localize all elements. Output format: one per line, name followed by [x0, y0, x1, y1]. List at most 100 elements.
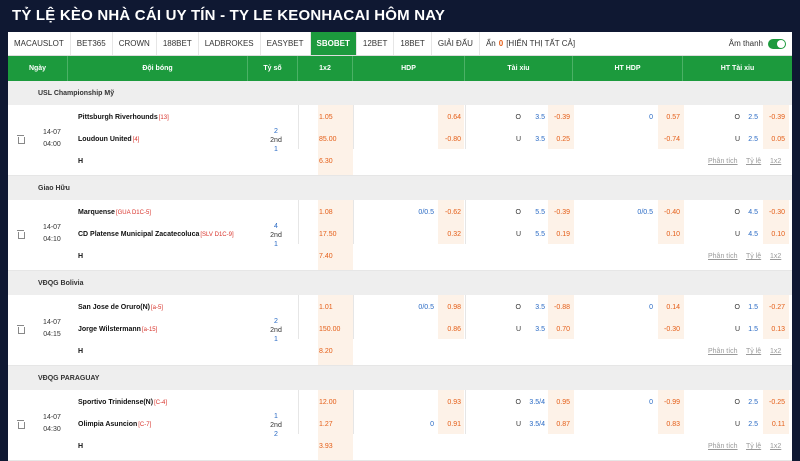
- home-team[interactable]: Pittsburgh Riverhounds[13]: [78, 114, 169, 121]
- x12-link[interactable]: 1x2: [770, 443, 781, 450]
- analysis-link[interactable]: Phân tích: [708, 253, 738, 260]
- column-divider: [298, 200, 299, 244]
- hdp-away-line: 0: [430, 421, 434, 428]
- match-date: 14-07: [43, 319, 61, 326]
- away-team[interactable]: Loudoun United[4]: [78, 136, 139, 143]
- tab-7[interactable]: 12BET: [357, 32, 395, 55]
- odd-1x2-home[interactable]: 12.00: [319, 399, 337, 406]
- home-team[interactable]: Sportivo Trinidense(N)[C-4]: [78, 399, 167, 406]
- ou-over-line: 3.5/4: [529, 399, 545, 406]
- odd-1x2-away[interactable]: 85.00: [319, 136, 337, 143]
- x12-link[interactable]: 1x2: [770, 253, 781, 260]
- tab-3[interactable]: 188BET: [157, 32, 199, 55]
- hdp-home-odd[interactable]: 0.98: [438, 304, 461, 311]
- ht-hdp-home-odd[interactable]: 0.14: [658, 304, 680, 311]
- x12-link[interactable]: 1x2: [770, 348, 781, 355]
- odd-1x2-away[interactable]: 17.50: [319, 231, 337, 238]
- ht-ou-under-odd[interactable]: 0.05: [763, 136, 785, 143]
- analysis-link[interactable]: Phân tích: [708, 158, 738, 165]
- ou-under-odd[interactable]: 0.70: [548, 326, 570, 333]
- match-period: 2nd: [270, 327, 282, 334]
- ou-under-odd[interactable]: 0.19: [548, 231, 570, 238]
- column-divider: [353, 105, 354, 149]
- match-time: 04:30: [43, 426, 61, 433]
- analysis-link[interactable]: Phân tích: [708, 443, 738, 450]
- ht-hdp-home-odd[interactable]: -0.99: [658, 399, 680, 406]
- ht-ou-over-odd[interactable]: -0.30: [763, 209, 785, 216]
- away-team[interactable]: Jorge Wilstermann[a-15]: [78, 326, 157, 333]
- ht-ou-over-odd[interactable]: -0.25: [763, 399, 785, 406]
- odd-1x2-away[interactable]: 150.00: [319, 326, 340, 333]
- ou-under-odd[interactable]: 0.87: [548, 421, 570, 428]
- ou-over-odd[interactable]: -0.39: [548, 209, 570, 216]
- col-score: Tỷ số: [248, 56, 298, 81]
- tab-4[interactable]: LADBROKES: [199, 32, 261, 55]
- away-rank: [SLV D1C-9]: [200, 232, 234, 238]
- odd-1x2-draw[interactable]: 6.30: [319, 158, 333, 165]
- ou-over-odd[interactable]: -0.88: [548, 304, 570, 311]
- hdp-away-odd[interactable]: 0.32: [438, 231, 461, 238]
- trash-icon[interactable]: [17, 420, 25, 429]
- ht-hdp-away-odd[interactable]: -0.74: [658, 136, 680, 143]
- hdp-away-odd[interactable]: -0.80: [438, 136, 461, 143]
- odds-link[interactable]: Tỷ lệ: [746, 158, 761, 165]
- show-all-link[interactable]: [HIỂN THỊ TẤT CẢ]: [506, 39, 575, 48]
- tab-5[interactable]: EASYBET: [261, 32, 311, 55]
- ht-ou-under-odd[interactable]: 0.10: [763, 231, 785, 238]
- ou-over-odd[interactable]: -0.39: [548, 114, 570, 121]
- ht-ou-over-odd[interactable]: -0.39: [763, 114, 785, 121]
- tab-1[interactable]: BET365: [71, 32, 113, 55]
- match-date: 14-07: [43, 224, 61, 231]
- away-team[interactable]: Olimpia Asuncion[C-7]: [78, 421, 151, 428]
- tab-6[interactable]: SBOBET: [310, 32, 357, 55]
- ht-ou-over-odd[interactable]: -0.27: [763, 304, 785, 311]
- odd-1x2-draw[interactable]: 8.20: [319, 348, 333, 355]
- away-goals: 1: [274, 336, 278, 343]
- home-team[interactable]: San Jose de Oruro(N)[a-5]: [78, 304, 163, 311]
- trash-icon[interactable]: [17, 230, 25, 239]
- ht-hdp-away-odd[interactable]: 0.10: [658, 231, 680, 238]
- odds-link[interactable]: Tỷ lệ: [746, 253, 761, 260]
- hdp-home-odd[interactable]: -0.62: [438, 209, 461, 216]
- tab-0[interactable]: MACAUSLOT: [8, 32, 71, 55]
- trash-icon[interactable]: [17, 135, 25, 144]
- ht-hdp-away-odd[interactable]: -0.30: [658, 326, 680, 333]
- ou-over-line: 3.5: [535, 304, 545, 311]
- col-ht-ou: HT Tài xỉu: [720, 65, 755, 72]
- league-name: VĐQG PARAGUAY: [8, 366, 792, 390]
- column-divider: [298, 295, 299, 339]
- odd-1x2-home[interactable]: 1.05: [319, 114, 333, 121]
- hdp-away-odd[interactable]: 0.91: [438, 421, 461, 428]
- ht-hdp-home-odd[interactable]: -0.40: [658, 209, 680, 216]
- hidden-filter[interactable]: Ẩn 0 [HIỂN THỊ TẤT CẢ]: [480, 32, 581, 55]
- tab-9[interactable]: GIẢI ĐẤU: [432, 32, 480, 55]
- home-team[interactable]: Marquense[GUA D1C-5]: [78, 209, 151, 216]
- ht-ou-under-odd[interactable]: 0.13: [763, 326, 785, 333]
- odds-link[interactable]: Tỷ lệ: [746, 348, 761, 355]
- tab-2[interactable]: CROWN: [113, 32, 157, 55]
- column-divider: [353, 295, 354, 339]
- ou-under-odd[interactable]: 0.25: [548, 136, 570, 143]
- odd-1x2-away[interactable]: 1.27: [319, 421, 333, 428]
- match-row: 14-07 04:15 San Jose de Oruro(N)[a-5] Jorge…: [8, 295, 792, 366]
- ht-ou-under-odd[interactable]: 0.11: [763, 421, 785, 428]
- sound-toggle[interactable]: [768, 38, 786, 49]
- ou-under-line: 3.5: [535, 326, 545, 333]
- hdp-away-odd[interactable]: 0.86: [438, 326, 461, 333]
- odds-link[interactable]: Tỷ lệ: [746, 443, 761, 450]
- odd-1x2-draw[interactable]: 7.40: [319, 253, 333, 260]
- hdp-home-odd[interactable]: 0.64: [438, 114, 461, 121]
- trash-icon[interactable]: [17, 325, 25, 334]
- tab-8[interactable]: 18BET: [394, 32, 432, 55]
- odd-1x2-draw[interactable]: 3.93: [319, 443, 333, 450]
- x12-link[interactable]: 1x2: [770, 158, 781, 165]
- odd-1x2-home[interactable]: 1.01: [319, 304, 333, 311]
- column-divider: [298, 105, 299, 149]
- odd-1x2-home[interactable]: 1.08: [319, 209, 333, 216]
- hdp-home-odd[interactable]: 0.93: [438, 399, 461, 406]
- ht-hdp-away-odd[interactable]: 0.83: [658, 421, 680, 428]
- away-team[interactable]: CD Platense Municipal Zacatecoluca[SLV D…: [78, 231, 234, 238]
- ht-hdp-home-odd[interactable]: 0.57: [658, 114, 680, 121]
- analysis-link[interactable]: Phân tích: [708, 348, 738, 355]
- ou-over-odd[interactable]: 0.95: [548, 399, 570, 406]
